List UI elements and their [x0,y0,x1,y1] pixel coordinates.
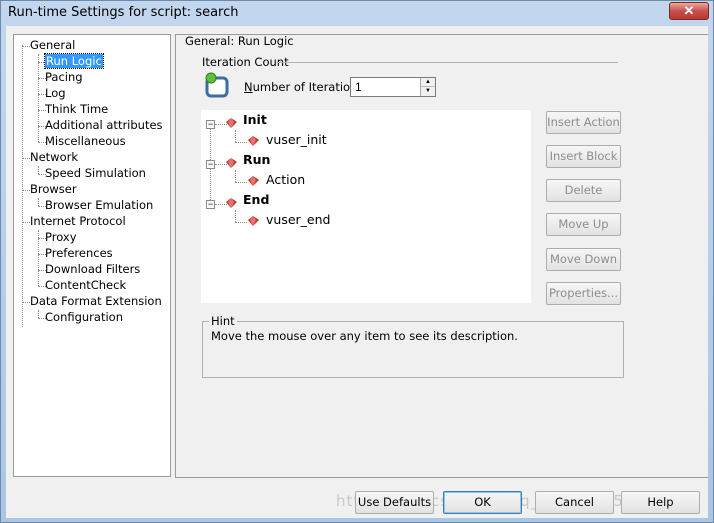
tree-line [235,142,247,143]
increment-arrow-icon[interactable]: ▲ [421,78,435,87]
tree-line [22,158,30,159]
tree-item-configuration[interactable]: Configuration [45,310,123,325]
tree-item-log[interactable]: Log [45,86,66,101]
tree-item-internet-protocol[interactable]: Internet Protocol [30,214,126,229]
collapse-icon[interactable]: − [206,120,215,129]
tree-action-vuser-end[interactable]: vuser_end [266,211,330,229]
cancel-button[interactable]: Cancel [535,491,614,514]
decrement-arrow-icon[interactable]: ▼ [421,87,435,96]
tree-line [235,130,236,142]
action-icon [248,216,259,226]
insert-action-button[interactable]: Insert Action [546,111,621,134]
tree-item-contentcheck[interactable]: ContentCheck [45,278,126,293]
runtime-settings-window: Run-time Settings for script: search ✕ G… [0,0,714,523]
collapse-icon[interactable]: − [206,200,215,209]
tree-item-think-time[interactable]: Think Time [45,102,108,117]
ok-button[interactable]: OK [443,491,522,514]
tree-item-speed-simulation[interactable]: Speed Simulation [45,166,146,181]
dialog-client-area: General Run Logic Pacing Log Think Time … [6,26,708,518]
end-block-icon [226,198,237,208]
tree-item-browser-emulation[interactable]: Browser Emulation [45,198,153,213]
tree-line [235,210,236,222]
iteration-count-group-label: Iteration Count [202,55,289,69]
tree-line [22,46,30,47]
init-block-icon [226,118,237,128]
group-separator [277,62,618,63]
iterations-input[interactable]: 1 [355,80,362,94]
run-block-icon [226,158,237,168]
tree-item-pacing[interactable]: Pacing [45,70,83,85]
panel-header: General: Run Logic [185,34,294,48]
tree-item-network[interactable]: Network [30,150,78,165]
hint-title: Hint [209,314,237,328]
delete-button[interactable]: Delete [546,179,621,202]
footer-separator [175,477,708,478]
action-icon [248,176,259,186]
move-down-button[interactable]: Move Down [546,248,621,271]
settings-tree[interactable]: General Run Logic Pacing Log Think Time … [13,34,171,477]
tree-item-additional-attributes[interactable]: Additional attributes [45,118,163,133]
stepper-buttons: ▲ ▼ [420,78,435,96]
tree-item-miscellaneous[interactable]: Miscellaneous [45,134,126,149]
tree-item-browser[interactable]: Browser [30,182,77,197]
tree-section-end[interactable]: End [243,191,269,209]
tree-line [38,54,39,142]
title-bar[interactable]: Run-time Settings for script: search ✕ [1,1,713,25]
tree-action-action[interactable]: Action [266,171,305,189]
tree-line [235,222,247,223]
hint-box: Hint Move the mouse over any item to see… [202,314,624,378]
close-button[interactable]: ✕ [669,2,709,20]
properties-button[interactable]: Properties... [546,282,621,305]
tree-item-download-filters[interactable]: Download Filters [45,262,140,277]
tree-line [22,190,30,191]
tree-item-run-logic[interactable]: Run Logic [44,53,104,69]
use-defaults-button[interactable]: Use Defaults [355,491,434,514]
iteration-icon [205,72,229,98]
move-up-button[interactable]: Move Up [546,213,621,236]
action-icon [248,136,259,146]
tree-item-general[interactable]: General [30,38,75,53]
tree-section-run[interactable]: Run [243,151,270,169]
run-logic-panel: General: Run Logic Iteration Count Numbe… [175,34,708,477]
tree-line [38,198,39,206]
tree-line [38,310,39,318]
collapse-icon[interactable]: − [206,160,215,169]
tree-section-init[interactable]: Init [243,111,267,129]
number-of-iterations-label: Number of Iterations: [244,80,368,94]
help-button[interactable]: Help [621,491,700,514]
tree-line [22,222,30,223]
iterations-stepper[interactable]: 1 ▲ ▼ [350,77,436,97]
tree-item-proxy[interactable]: Proxy [45,230,77,245]
tree-line [22,302,30,303]
hint-text: Move the mouse over any item to see its … [211,329,518,343]
window-title: Run-time Settings for script: search [8,5,239,20]
insert-block-button[interactable]: Insert Block [546,145,621,168]
tree-line [235,182,247,183]
tree-line [235,170,236,182]
tree-item-preferences[interactable]: Preferences [45,246,113,261]
tree-line [38,166,39,174]
tree-line [22,45,23,327]
tree-action-vuser-init[interactable]: vuser_init [266,131,327,149]
tree-item-data-format-extension[interactable]: Data Format Extension [30,294,162,309]
action-tree[interactable]: − Init vuser_init − Run Action − End vus… [201,110,531,303]
